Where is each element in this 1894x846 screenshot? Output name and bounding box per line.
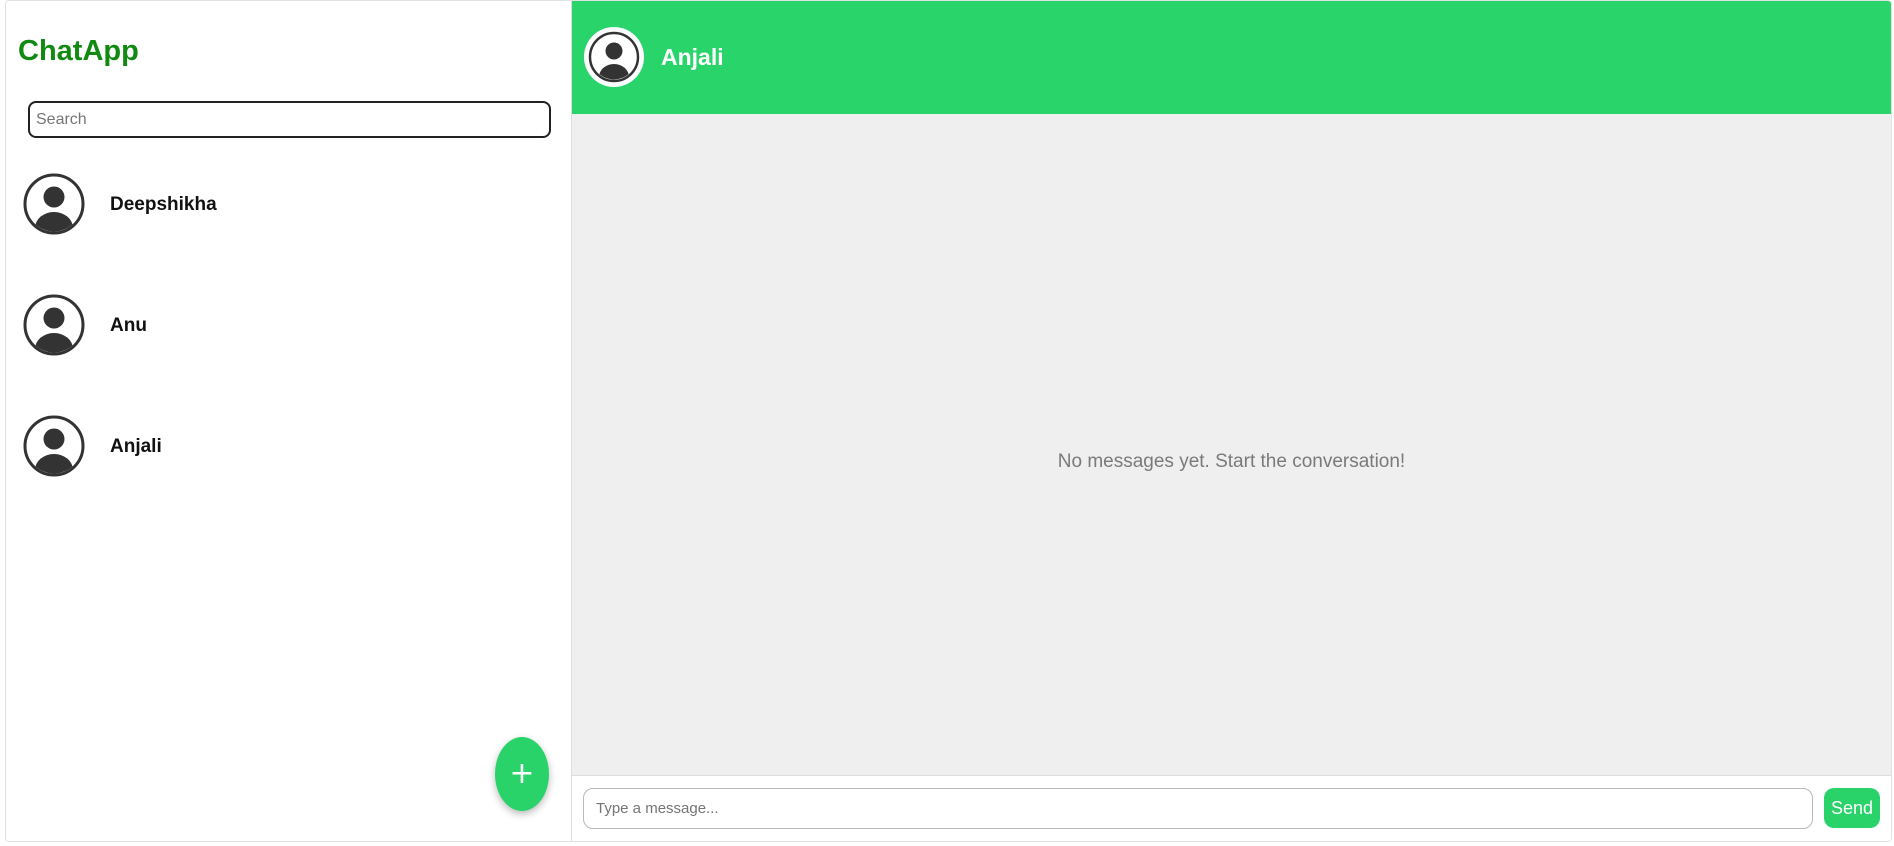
contact-name: Anjali [110, 436, 162, 457]
contact-name: Deepshikha [110, 194, 217, 215]
user-avatar-icon [23, 415, 85, 477]
empty-state-message: No messages yet. Start the conversation! [1057, 451, 1406, 472]
contact-item-anjali[interactable]: Anjali [6, 403, 571, 524]
contact-name: Anu [110, 315, 147, 336]
search-input[interactable] [28, 101, 551, 138]
contact-list: Deepshikha Anu Anjali [6, 161, 571, 524]
user-avatar-icon [23, 173, 85, 235]
user-avatar-icon [583, 26, 645, 88]
contact-item-deepshikha[interactable]: Deepshikha [6, 161, 571, 282]
app-brand-title: ChatApp [18, 35, 139, 67]
chat-panel: Anjali No messages yet. Start the conver… [572, 1, 1891, 841]
contact-item-anu[interactable]: Anu [6, 282, 571, 403]
chat-header: Anjali [572, 1, 1891, 114]
new-chat-button[interactable]: + [495, 737, 549, 811]
user-avatar-icon [23, 294, 85, 356]
chat-app-window: ChatApp Deepshikha [5, 0, 1892, 842]
send-button[interactable]: Send [1824, 788, 1880, 828]
message-composer: Send [572, 775, 1891, 841]
chat-contact-name: Anjali [661, 44, 724, 70]
sidebar: ChatApp Deepshikha [6, 1, 572, 841]
message-input[interactable] [583, 788, 1813, 829]
